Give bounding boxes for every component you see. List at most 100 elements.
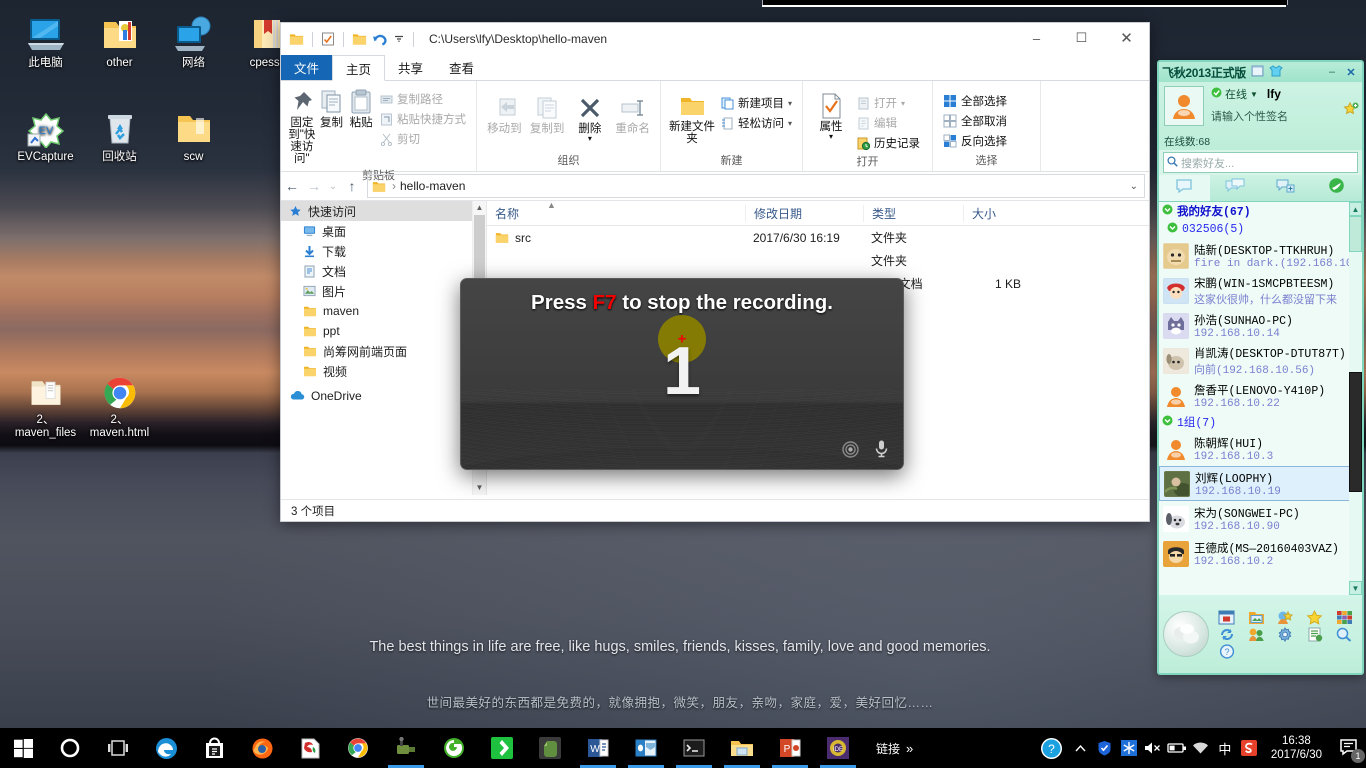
search-icon[interactable] — [1331, 627, 1358, 642]
column-header-size[interactable]: 大小 — [963, 204, 1033, 222]
search-input[interactable]: 搜索好友... — [1163, 152, 1358, 173]
evernote-button[interactable] — [526, 728, 574, 768]
feiqiu-status-line[interactable]: 在线 ▼ lfy — [1211, 86, 1357, 102]
task-view-button[interactable] — [94, 728, 142, 768]
easy-access-button[interactable]: 轻松访问 ▾ — [717, 113, 796, 133]
powerpoint-button[interactable]: P — [766, 728, 814, 768]
screen-recorder-overlay[interactable]: Press F7 to stop the recording. + 1 — [460, 278, 904, 470]
wifi-icon[interactable] — [1189, 728, 1213, 768]
sidebar-item-desktop[interactable]: 桌面 — [281, 221, 486, 241]
list-item[interactable]: 詹香平(LENOVO-Y410P) 192.168.10.22 — [1159, 378, 1362, 413]
taskbar-links-toolbar[interactable]: 链接 » — [876, 740, 913, 757]
select-none-button[interactable]: 全部取消 — [939, 111, 1034, 131]
buddy-group-header[interactable]: 我的好友(67) — [1159, 202, 1362, 220]
feiqiu-tab-strip[interactable] — [1159, 175, 1362, 202]
sogou-icon[interactable] — [1237, 728, 1261, 768]
chevron-down-icon[interactable]: ▾ — [788, 119, 792, 128]
star-icon[interactable] — [1301, 609, 1328, 625]
feiqiu-buddy-list[interactable]: 我的好友(67) 032506(5) 陆新(DESKTOP-TTKHRUH) f… — [1159, 202, 1362, 595]
address-breadcrumb[interactable]: › hello-maven ⌄ — [367, 174, 1145, 198]
scrollbar-thumb[interactable] — [1349, 372, 1362, 492]
explorer-navigation-pane[interactable]: 快速访问 桌面 下载 文档 图片 maven ppt 尚筹网前端页面 视频 On… — [281, 201, 487, 495]
star-person-icon[interactable] — [1272, 610, 1299, 625]
people-icon[interactable] — [1242, 627, 1269, 642]
desktop-icon-recycle-bin[interactable]: 回收站 — [82, 102, 157, 164]
chevron-down-icon[interactable] — [393, 33, 405, 45]
desktop-icon-scw[interactable]: scw — [156, 102, 231, 164]
cut-button[interactable]: 剪切 — [376, 129, 470, 149]
list-item[interactable]: 王德成(MS—20160403VAZ) 192.168.10.2 — [1159, 536, 1362, 571]
volume-muted-icon[interactable] — [1141, 728, 1165, 768]
help-circle-icon[interactable]: ? — [1035, 728, 1069, 768]
folder-icon[interactable] — [289, 32, 304, 46]
tab-share[interactable]: 共享 — [385, 55, 436, 80]
feiqiu-tool-grid[interactable]: ? — [1213, 609, 1358, 659]
show-hidden-icons-chevron[interactable] — [1069, 728, 1093, 768]
tab-transfer[interactable] — [1261, 175, 1312, 201]
word-button[interactable]: W — [574, 728, 622, 768]
sidebar-item-shangchou[interactable]: 尚筹网前端页面 — [281, 341, 486, 361]
evcapture-button[interactable] — [382, 728, 430, 768]
new-folder-icon[interactable] — [352, 32, 367, 46]
sidebar-item-documents[interactable]: 文档 — [281, 261, 486, 281]
action-center-button[interactable]: 1 — [1332, 728, 1366, 768]
star-add-icon[interactable] — [1343, 101, 1359, 123]
new-folder-button[interactable]: 新建文件夹 — [667, 89, 717, 147]
buddy-group-header[interactable]: 032506(5) — [1159, 220, 1362, 238]
microphone-icon[interactable] — [874, 439, 889, 463]
quick-access-toolbar[interactable] — [281, 31, 417, 47]
edge-button[interactable] — [142, 728, 190, 768]
chevron-down-icon[interactable]: ▾ — [788, 99, 792, 108]
folder-image-icon[interactable] — [1242, 610, 1269, 625]
buddy-list-scrollbar[interactable]: ▲ ▼ — [1349, 202, 1362, 595]
eclipse-button[interactable]: IDE — [814, 728, 862, 768]
tab-view[interactable]: 查看 — [436, 55, 487, 80]
list-item[interactable]: 刘辉(LOOPHY) 192.168.10.19 — [1159, 466, 1362, 501]
cmd-button[interactable] — [670, 728, 718, 768]
explorer-ribbon-tabs[interactable]: 文件 主页 共享 查看 — [281, 55, 1149, 81]
sidebar-item-maven[interactable]: maven — [281, 301, 486, 321]
scroll-down-arrow-icon[interactable]: ▼ — [473, 481, 486, 495]
tab-chat[interactable] — [1159, 175, 1210, 201]
chevron-down-icon[interactable]: ▼ — [1250, 90, 1258, 99]
sidebar-item-downloads[interactable]: 下载 — [281, 241, 486, 261]
list-item[interactable]: 肖凯涛(DESKTOP-DTUT87T) 向前(192.168.10.56) — [1159, 343, 1362, 378]
feiqiu-title-bar[interactable]: 飞秋2013正式版 – ✕ — [1159, 62, 1362, 82]
snowflake-icon[interactable] — [1117, 728, 1141, 768]
invert-selection-button[interactable]: 反向选择 — [939, 131, 1034, 151]
gear-icon[interactable] — [1272, 626, 1299, 642]
tencent-shield-icon[interactable] — [1093, 728, 1117, 768]
desktop-icon-network[interactable]: 网络 — [156, 8, 231, 70]
sidebar-item-ppt[interactable]: ppt — [281, 321, 486, 341]
feiqiu-signature[interactable]: 请输入个性签名 — [1211, 108, 1357, 124]
copy-to-button[interactable]: 复制到 — [526, 91, 569, 137]
list-item[interactable]: 陆新(DESKTOP-TTKHRUH) fire in dark.(192.16… — [1159, 238, 1362, 273]
expand-collapse-icon[interactable] — [1162, 202, 1173, 220]
delete-button[interactable]: 删除 ▾ — [569, 91, 612, 147]
column-header-type[interactable]: 类型 — [863, 204, 963, 222]
open-button[interactable]: 打开 ▾ — [853, 93, 924, 113]
desktop-icon-this-pc[interactable]: 此电脑 — [8, 8, 83, 70]
feiqiu-im-window[interactable]: 飞秋2013正式版 – ✕ 在线 ▼ lfy 请输入个性签名 在线数:68 搜索… — [1157, 60, 1364, 675]
store-button[interactable] — [190, 728, 238, 768]
explorer-button[interactable] — [718, 728, 766, 768]
outlook-button[interactable] — [622, 728, 670, 768]
help-icon[interactable]: ? — [1213, 643, 1240, 659]
scroll-down-arrow-icon[interactable]: ▼ — [1349, 581, 1362, 595]
file-list-header[interactable]: 名称 ▲ 修改日期 类型 大小 — [487, 200, 1149, 226]
feiqiu-footer-toolbar[interactable]: ? — [1159, 595, 1362, 673]
minimize-button[interactable]: – — [1014, 23, 1059, 53]
copy-path-button[interactable]: 复制路径 — [376, 89, 470, 109]
grid-icon[interactable] — [1331, 610, 1358, 625]
chevron-down-icon[interactable]: ⌄ — [1130, 181, 1138, 192]
paste-button[interactable]: 粘贴 — [346, 85, 376, 131]
edit-button[interactable]: 编辑 — [853, 113, 924, 133]
cortana-button[interactable] — [46, 728, 94, 768]
paste-shortcut-button[interactable]: 粘贴快捷方式 — [376, 109, 470, 129]
overflow-chevron-icon[interactable]: » — [906, 741, 913, 756]
ime-chinese-icon[interactable]: 中 — [1213, 728, 1237, 768]
breadcrumb-current[interactable]: hello-maven — [400, 179, 465, 193]
refresh-icon[interactable] — [1213, 627, 1240, 642]
history-button[interactable]: 历史记录 — [853, 133, 924, 153]
pin-to-quick-access-button[interactable]: 固定到"快速访问" — [287, 85, 317, 167]
